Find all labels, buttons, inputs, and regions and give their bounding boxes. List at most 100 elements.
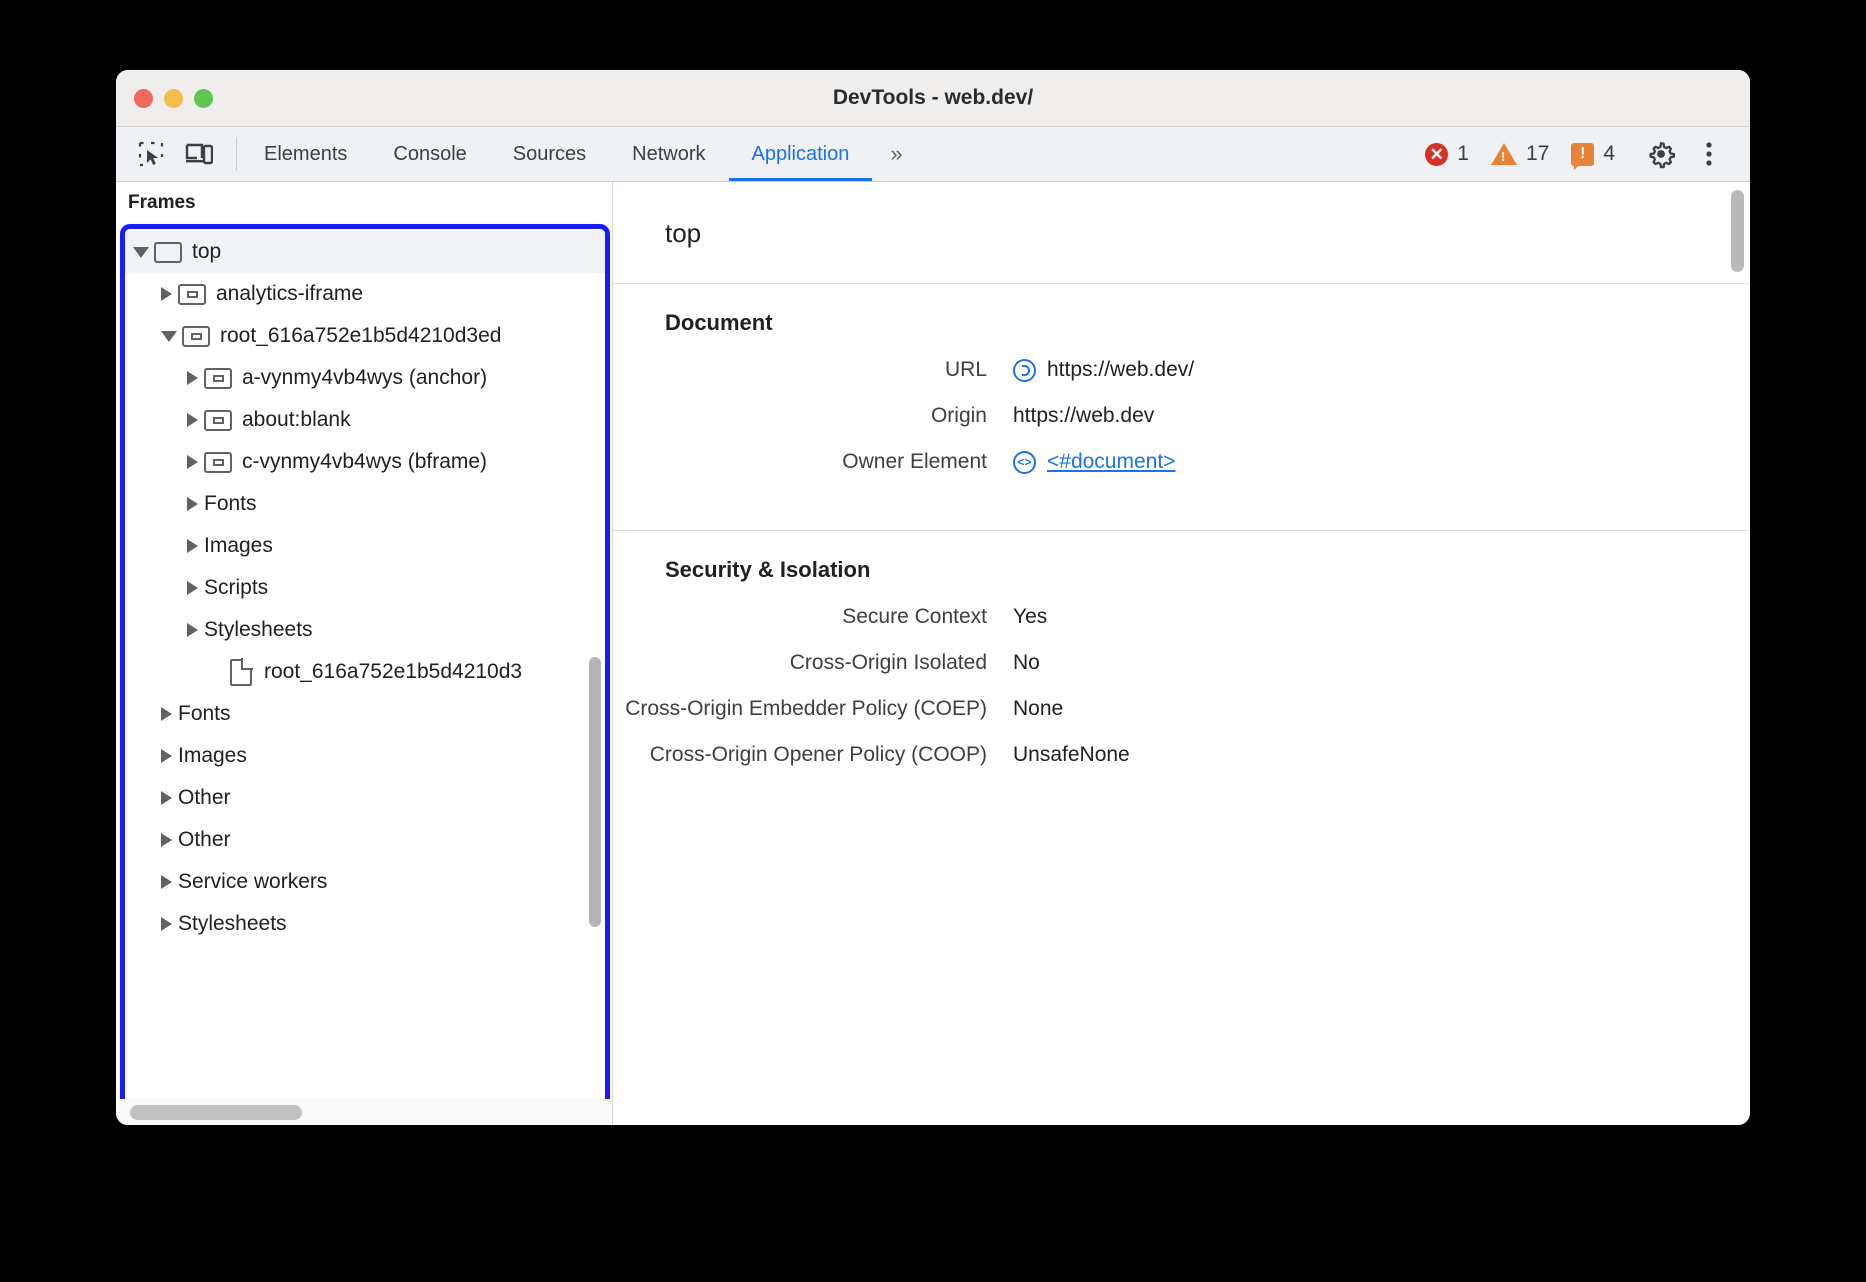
tree-row-label: Other xyxy=(178,786,231,810)
tree-row[interactable]: Stylesheets xyxy=(125,903,605,945)
tree-row[interactable]: Other xyxy=(125,819,605,861)
detail-value-link[interactable]: <#document> xyxy=(1047,450,1175,474)
kebab-menu-icon xyxy=(1704,139,1714,169)
detail-row: Cross-Origin IsolatedNo xyxy=(613,651,1750,675)
toolbar-right: ✕ 1 17 ! 4 xyxy=(1415,127,1750,181)
detail-value-text: None xyxy=(1013,697,1063,721)
tree-row[interactable]: root_616a752e1b5d4210d3 xyxy=(125,651,605,693)
detail-row: Originhttps://web.dev xyxy=(613,404,1750,428)
inspect-element-icon[interactable] xyxy=(130,133,172,175)
minimize-window-button[interactable] xyxy=(164,89,183,108)
chevron-right-icon[interactable] xyxy=(187,623,198,637)
section-heading: Security & Isolation xyxy=(613,557,1750,583)
detail-key: URL xyxy=(613,358,1013,382)
chevron-right-icon[interactable] xyxy=(187,371,198,385)
maximize-window-button[interactable] xyxy=(194,89,213,108)
detail-value: https://web.dev xyxy=(1013,404,1154,428)
settings-button[interactable] xyxy=(1638,131,1684,177)
chevron-right-icon[interactable] xyxy=(187,581,198,595)
frames-tree[interactable]: top analytics-iframe root_616a752e1b5d4210… xyxy=(125,229,605,1120)
chevron-right-icon[interactable] xyxy=(161,791,172,805)
detail-key: Cross-Origin Embedder Policy (COEP) xyxy=(613,697,1013,721)
main-vertical-scrollbar[interactable] xyxy=(1731,190,1744,272)
more-tabs-icon[interactable]: » xyxy=(872,127,918,181)
chevron-right-icon[interactable] xyxy=(161,917,172,931)
detail-value-text: https://web.dev/ xyxy=(1047,358,1194,382)
sidebar-horizontal-scrollbar[interactable] xyxy=(130,1105,302,1120)
tree-row-label: a-vynmy4vb4wys (anchor) xyxy=(242,366,487,390)
more-options-button[interactable] xyxy=(1686,131,1732,177)
tree-row[interactable]: Images xyxy=(125,525,605,567)
tree-row[interactable]: Stylesheets xyxy=(125,609,605,651)
tree-row-label: top xyxy=(192,240,221,264)
iframe-icon xyxy=(204,368,232,389)
tree-row-label: Scripts xyxy=(204,576,268,600)
detail-value-text: https://web.dev xyxy=(1013,404,1154,428)
close-window-button[interactable] xyxy=(134,89,153,108)
tree-row[interactable]: top xyxy=(125,231,605,273)
tree-row[interactable]: Service workers xyxy=(125,861,605,903)
tree-row-label: Images xyxy=(178,744,247,768)
issues-badge[interactable]: ! 4 xyxy=(1561,142,1625,166)
chevron-right-icon[interactable] xyxy=(161,833,172,847)
detail-value-text: UnsafeNone xyxy=(1013,743,1130,767)
reveal-in-elements-icon[interactable]: <> xyxy=(1013,451,1036,474)
detail-key: Secure Context xyxy=(613,605,1013,629)
tree-row[interactable]: Other xyxy=(125,777,605,819)
error-icon: ✕ xyxy=(1425,143,1448,166)
tree-row[interactable]: Scripts xyxy=(125,567,605,609)
chevron-right-icon[interactable] xyxy=(161,875,172,889)
frames-tree-highlight: top analytics-iframe root_616a752e1b5d4210… xyxy=(120,224,610,1125)
tree-row[interactable]: c-vynmy4vb4wys (bframe) xyxy=(125,441,605,483)
tree-row-label: root_616a752e1b5d4210d3ed xyxy=(220,324,501,348)
panes: Frames top analytics-iframe root_616a752e1… xyxy=(116,182,1750,1125)
chevron-right-icon[interactable] xyxy=(161,287,172,301)
detail-section: Security & IsolationSecure ContextYesCro… xyxy=(613,531,1750,823)
tree-row[interactable]: Images xyxy=(125,735,605,777)
tab-application[interactable]: Application xyxy=(729,127,873,181)
iframe-icon xyxy=(178,284,206,305)
tree-row-label: Service workers xyxy=(178,870,327,894)
issues-icon: ! xyxy=(1571,143,1594,166)
device-toolbar-icon[interactable] xyxy=(178,133,220,175)
tree-row-label: Other xyxy=(178,828,231,852)
warning-badge[interactable]: 17 xyxy=(1481,142,1559,166)
tree-row[interactable]: Fonts xyxy=(125,483,605,525)
tree-row[interactable]: analytics-iframe xyxy=(125,273,605,315)
tab-sources[interactable]: Sources xyxy=(490,127,609,181)
detail-value: Yes xyxy=(1013,605,1047,629)
tree-row[interactable]: a-vynmy4vb4wys (anchor) xyxy=(125,357,605,399)
detail-section: DocumentURLhttps://web.dev/Originhttps:/… xyxy=(613,284,1750,531)
detail-key: Cross-Origin Opener Policy (COOP) xyxy=(613,743,1013,767)
panel-tabs: Elements Console Sources Network Applica… xyxy=(241,127,872,181)
chevron-right-icon[interactable] xyxy=(161,749,172,763)
detail-value: No xyxy=(1013,651,1040,675)
tab-console[interactable]: Console xyxy=(370,127,489,181)
sidebar-vertical-scrollbar[interactable] xyxy=(589,657,601,927)
detail-key: Cross-Origin Isolated xyxy=(613,651,1013,675)
tab-network[interactable]: Network xyxy=(609,127,728,181)
toolbar-divider xyxy=(236,137,237,171)
sidebar-title: Frames xyxy=(116,182,612,224)
devtools-window: DevTools - web.dev/ Elements Console xyxy=(116,70,1750,1125)
tree-row-label: Stylesheets xyxy=(178,912,287,936)
tree-row-label: root_616a752e1b5d4210d3 xyxy=(264,660,522,684)
chevron-down-icon[interactable] xyxy=(161,331,177,342)
tree-row-label: analytics-iframe xyxy=(216,282,363,306)
tree-row[interactable]: Fonts xyxy=(125,693,605,735)
tree-row[interactable]: about:blank xyxy=(125,399,605,441)
chevron-right-icon[interactable] xyxy=(187,455,198,469)
chevron-right-icon[interactable] xyxy=(187,497,198,511)
chevron-right-icon[interactable] xyxy=(187,539,198,553)
detail-value-text: Yes xyxy=(1013,605,1047,629)
chevron-down-icon[interactable] xyxy=(133,247,149,258)
detail-value-text: No xyxy=(1013,651,1040,675)
detail-row: Cross-Origin Embedder Policy (COEP)None xyxy=(613,697,1750,721)
chevron-right-icon[interactable] xyxy=(161,707,172,721)
detail-key: Owner Element xyxy=(613,450,1013,474)
error-badge[interactable]: ✕ 1 xyxy=(1415,142,1479,166)
reveal-in-sources-icon[interactable] xyxy=(1013,359,1036,382)
tree-row[interactable]: root_616a752e1b5d4210d3ed xyxy=(125,315,605,357)
chevron-right-icon[interactable] xyxy=(187,413,198,427)
tab-elements[interactable]: Elements xyxy=(241,127,370,181)
